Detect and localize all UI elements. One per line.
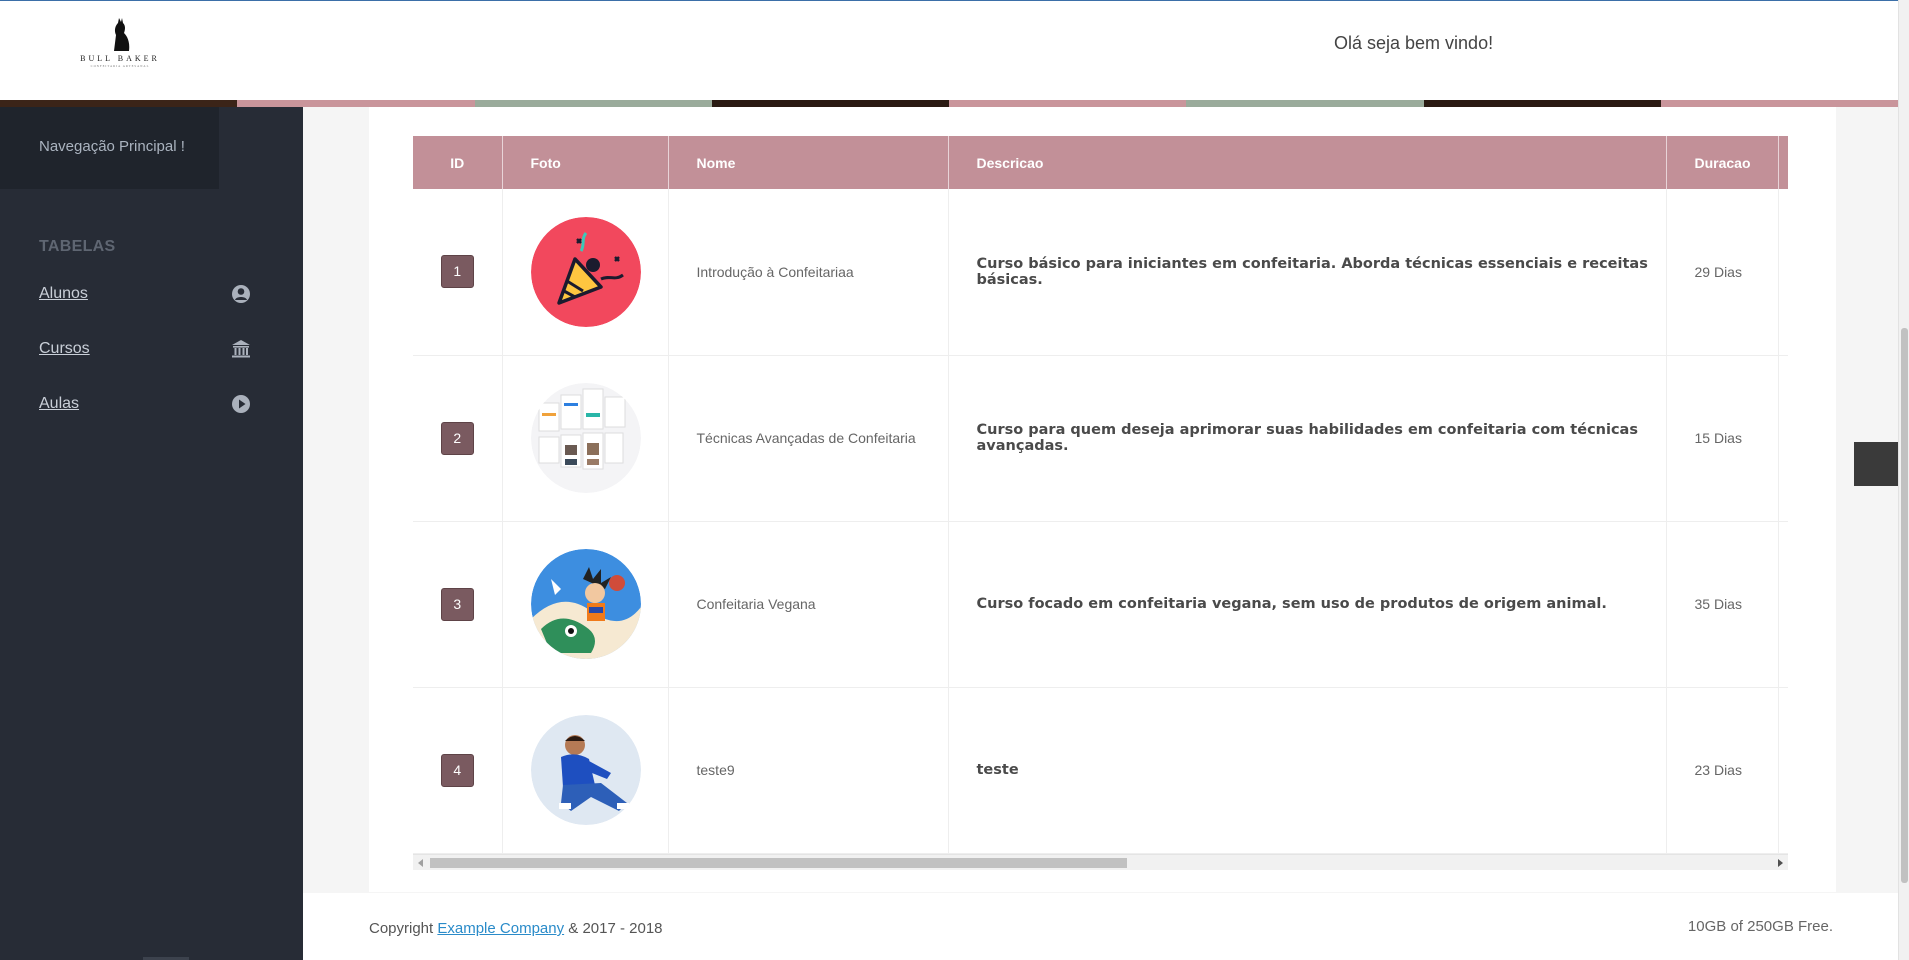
- stripe-segment: [949, 100, 1187, 107]
- page-vertical-scrollbar[interactable]: [1898, 0, 1909, 960]
- sidebar-header: Navegação Principal !: [0, 107, 219, 189]
- courses-table-container: ID Foto Nome Descricao Duracao 1 Introdu…: [413, 136, 1788, 870]
- sidebar-item-cursos[interactable]: Cursos: [39, 335, 251, 363]
- extra-cell: [1778, 355, 1788, 522]
- user-circle-icon: [232, 285, 250, 303]
- logo-name: BULL BAKER: [80, 54, 160, 63]
- scrollbar-thumb[interactable]: [1901, 328, 1908, 883]
- sidebar-item-aulas[interactable]: Aulas: [39, 390, 251, 418]
- id-cell: 4: [413, 687, 503, 854]
- photo-cell: [502, 521, 669, 688]
- column-header-nome[interactable]: Nome: [668, 136, 949, 189]
- top-header: BULL BAKER CONFEITARIA ARTESANAL Olá sej…: [0, 0, 1898, 100]
- duration-cell: 15 Dias: [1666, 355, 1779, 522]
- stripe-segment: [1660, 100, 1898, 107]
- sidebar-item-label[interactable]: Aulas: [39, 395, 79, 412]
- header-color-stripe: [0, 100, 1898, 107]
- footer: Copyright Example Company & 2017 - 2018 …: [303, 893, 1898, 960]
- cartoon-illustration: [530, 549, 641, 659]
- play-circle-icon: [232, 395, 250, 413]
- duration-cell: 29 Dias: [1666, 189, 1779, 356]
- bank-icon: [232, 340, 250, 358]
- stripe-segment: [474, 100, 712, 107]
- table-row: 3 Confeitaria Vegana Curso focado em con…: [413, 521, 1788, 688]
- table-row: 2 Técnicas Avançadas de Confeitaria Curs…: [413, 355, 1788, 522]
- description-cell: Curso básico para iniciantes em confeita…: [948, 189, 1667, 356]
- photo-cell: [502, 189, 669, 356]
- photo-cell: [502, 355, 669, 522]
- stripe-segment: [0, 100, 238, 107]
- sidebar-title: Navegação Principal !: [39, 138, 185, 155]
- id-cell: 1: [413, 189, 503, 356]
- app-screens-thumbnail: [530, 383, 641, 493]
- scroll-left-arrow-icon[interactable]: [418, 859, 423, 867]
- table-row: 1 Introdução à Confeitariaa Curso básico…: [413, 189, 1788, 356]
- sidebar-item-label[interactable]: Alunos: [39, 285, 88, 302]
- photo-cell: [502, 687, 669, 854]
- column-header-descricao[interactable]: Descricao: [948, 136, 1667, 189]
- person-photo: [530, 715, 641, 825]
- copyright-suffix: & 2017 - 2018: [568, 920, 663, 937]
- courses-table: ID Foto Nome Descricao Duracao 1 Introdu…: [413, 136, 1788, 854]
- description-cell: Curso focado em confeitaria vegana, sem …: [948, 521, 1667, 688]
- name-cell: teste9: [668, 687, 949, 854]
- stripe-segment: [711, 100, 949, 107]
- name-cell: Introdução à Confeitariaa: [668, 189, 949, 356]
- column-header-duracao[interactable]: Duracao: [1666, 136, 1779, 189]
- extra-cell: [1778, 687, 1788, 854]
- sidebar-item-label[interactable]: Cursos: [39, 340, 90, 357]
- table-header-row: ID Foto Nome Descricao Duracao: [413, 136, 1788, 189]
- id-cell: 2: [413, 355, 503, 522]
- id-badge[interactable]: 3: [440, 587, 474, 621]
- side-toggle-button[interactable]: [1854, 442, 1898, 486]
- description-cell: Curso para quem deseja aprimorar suas ha…: [948, 355, 1667, 522]
- table-row: 4 teste9 teste 23 Dias: [413, 687, 1788, 854]
- party-popper-icon: [530, 216, 641, 327]
- duration-cell: 23 Dias: [1666, 687, 1779, 854]
- column-header-foto[interactable]: Foto: [502, 136, 669, 189]
- sidebar-section-title: TABELAS: [39, 238, 116, 255]
- stripe-segment: [237, 100, 475, 107]
- sidebar-item-alunos[interactable]: Alunos: [39, 280, 251, 308]
- column-header-extra: [1778, 136, 1788, 189]
- extra-cell: [1778, 521, 1788, 688]
- storage-status: 10GB of 250GB Free.: [1687, 918, 1833, 935]
- welcome-message: Olá seja bem vindo!: [1334, 33, 1494, 53]
- table-horizontal-scrollbar[interactable]: [413, 854, 1788, 870]
- logo[interactable]: BULL BAKER CONFEITARIA ARTESANAL: [72, 17, 168, 73]
- logo-tagline: CONFEITARIA ARTESANAL: [90, 64, 150, 68]
- id-badge[interactable]: 1: [440, 255, 474, 289]
- stripe-segment: [1186, 100, 1424, 107]
- copyright-prefix: Copyright: [369, 920, 434, 937]
- duration-cell: 35 Dias: [1666, 521, 1779, 688]
- scrollbar-thumb[interactable]: [430, 858, 1127, 868]
- id-badge[interactable]: 2: [440, 421, 474, 455]
- name-cell: Técnicas Avançadas de Confeitaria: [668, 355, 949, 522]
- copyright: Copyright Example Company & 2017 - 2018: [369, 920, 663, 937]
- stripe-segment: [1423, 100, 1661, 107]
- id-cell: 3: [413, 521, 503, 688]
- column-header-id[interactable]: ID: [413, 136, 503, 189]
- description-cell: teste: [948, 687, 1667, 854]
- sidebar: Navegação Principal ! TABELAS Alunos Cur…: [0, 107, 303, 960]
- extra-cell: [1778, 189, 1788, 356]
- id-badge[interactable]: 4: [440, 753, 474, 787]
- company-link[interactable]: Example Company: [437, 920, 564, 937]
- name-cell: Confeitaria Vegana: [668, 521, 949, 688]
- dog-logo-icon: [114, 18, 130, 51]
- scroll-right-arrow-icon[interactable]: [1778, 859, 1783, 867]
